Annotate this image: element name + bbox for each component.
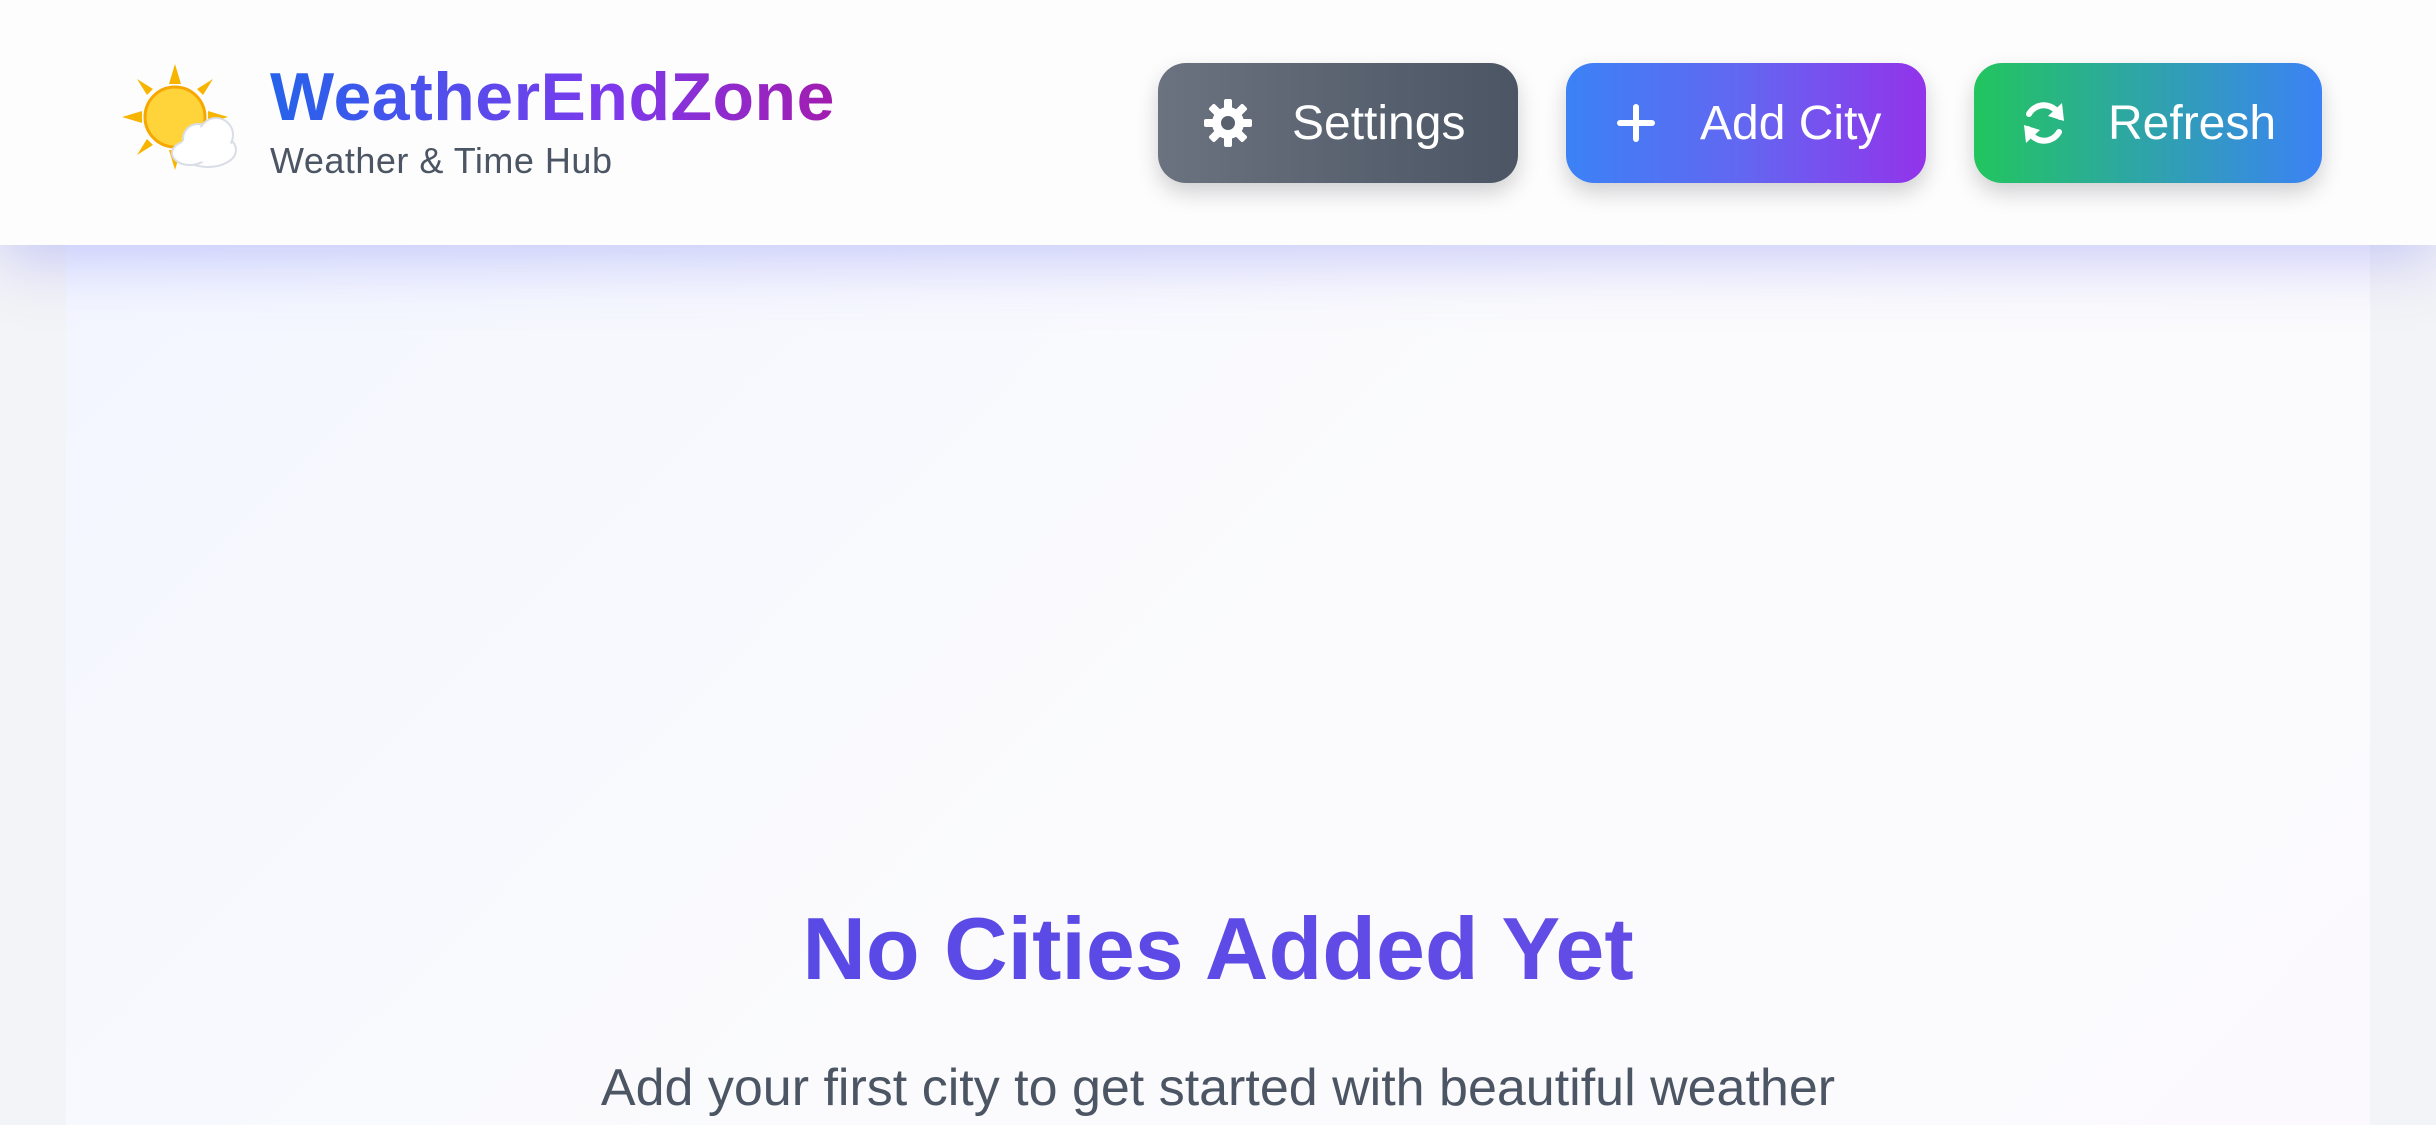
plus-icon bbox=[1610, 97, 1662, 149]
add-city-button[interactable]: Add City bbox=[1566, 63, 1926, 183]
add-city-label: Add City bbox=[1700, 96, 1882, 150]
settings-label: Settings bbox=[1292, 96, 1466, 150]
empty-state-title: No Cities Added Yet bbox=[0, 898, 2436, 1000]
settings-button[interactable]: Settings bbox=[1158, 63, 1518, 183]
sync-icon bbox=[2018, 97, 2070, 149]
refresh-label: Refresh bbox=[2108, 96, 2277, 150]
app-header: WeatherEndZone Weather & Time Hub Settin… bbox=[0, 0, 2436, 245]
sun-behind-cloud-icon bbox=[120, 62, 240, 182]
app-subtitle: Weather & Time Hub bbox=[270, 139, 613, 181]
gear-icon bbox=[1202, 97, 1254, 149]
brand: WeatherEndZone Weather & Time Hub bbox=[120, 59, 835, 182]
app-title: WeatherEndZone bbox=[270, 59, 835, 136]
empty-state-description: Add your first city to get started with … bbox=[600, 1059, 1836, 1117]
refresh-button[interactable]: Refresh bbox=[1974, 63, 2322, 183]
